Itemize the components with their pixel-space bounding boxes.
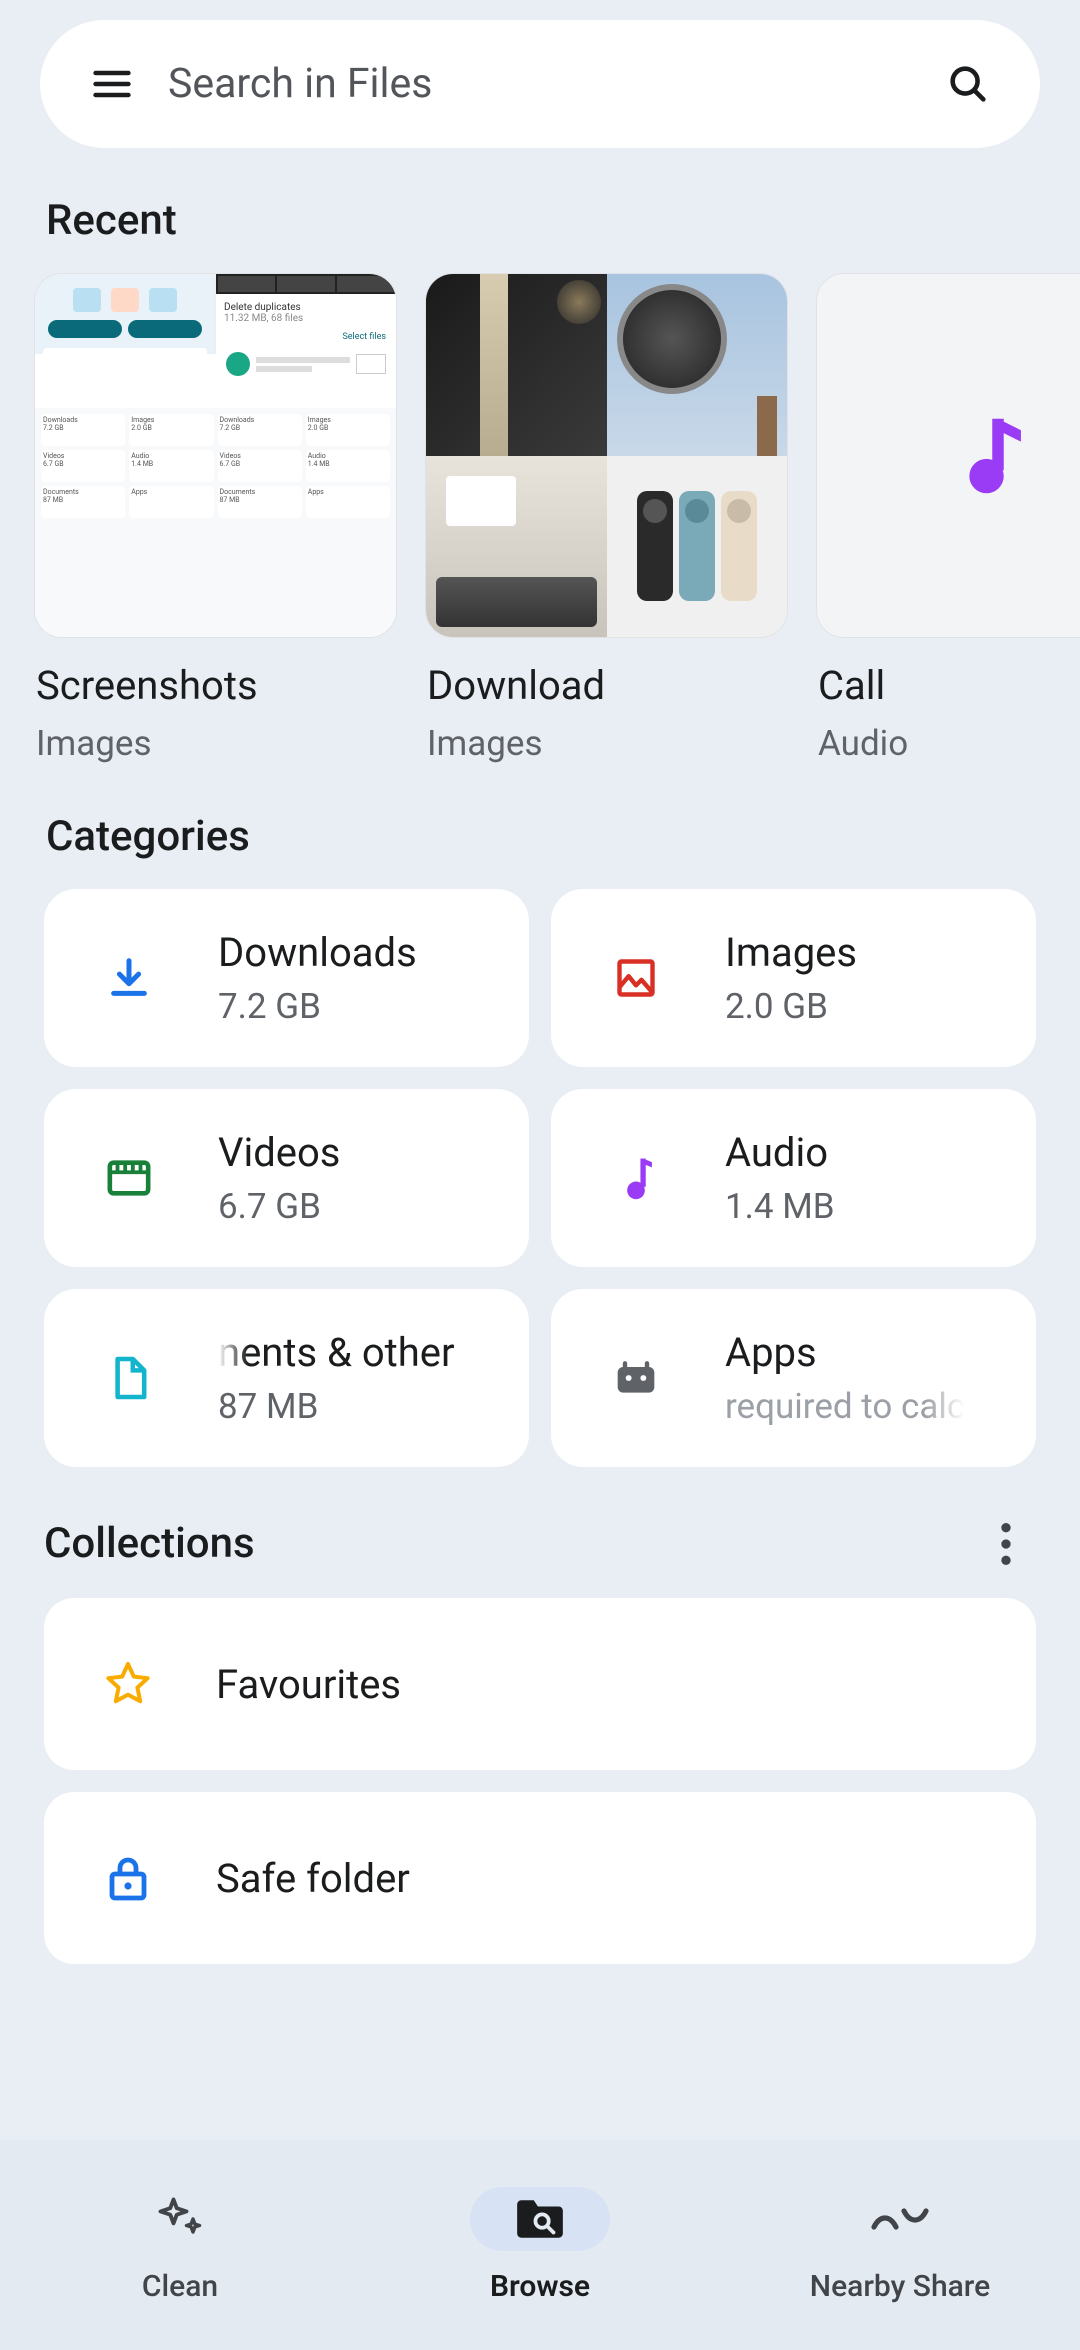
category-audio[interactable]: Audio 1.4 MB <box>551 1089 1036 1267</box>
category-label: Downloads <box>218 929 417 976</box>
nav-label: Clean <box>142 2269 218 2304</box>
category-size: 2.0 GB <box>725 986 857 1027</box>
folder-search-icon <box>470 2187 610 2251</box>
collections-heading: Collections <box>44 1519 255 1568</box>
video-icon <box>102 1151 156 1205</box>
recent-card-screenshots[interactable]: Delete duplicates11.32 MB, 68 files Sele… <box>34 273 397 764</box>
music-note-icon <box>963 413 1033 499</box>
nav-label: Browse <box>490 2269 590 2304</box>
menu-icon[interactable] <box>88 60 136 108</box>
nav-browse[interactable]: Browse <box>360 2140 720 2350</box>
sparkle-icon <box>130 2187 230 2251</box>
category-images[interactable]: Images 2.0 GB <box>551 889 1036 1067</box>
recent-sub: Images <box>34 723 397 764</box>
more-icon[interactable] <box>982 1520 1030 1568</box>
nav-label: Nearby Share <box>810 2269 990 2304</box>
collection-label: Favourites <box>216 1661 401 1708</box>
audio-icon <box>609 1151 663 1205</box>
recent-card-call[interactable]: Call Audio <box>816 273 1080 764</box>
document-icon <box>102 1351 156 1405</box>
thumbnail <box>816 273 1080 638</box>
bottom-nav: Clean Browse Nearby Share <box>0 2140 1080 2350</box>
thumbnail: Delete duplicates11.32 MB, 68 files Sele… <box>34 273 397 638</box>
category-label: Audio <box>725 1129 835 1176</box>
category-label: nents & other <box>218 1329 455 1376</box>
category-size: required to calc <box>725 1386 965 1427</box>
collection-favourites[interactable]: Favourites <box>44 1598 1036 1770</box>
category-size: 87 MB <box>218 1386 455 1427</box>
search-placeholder: Search in Files <box>168 60 944 108</box>
recent-row: Delete duplicates11.32 MB, 68 files Sele… <box>0 273 1080 764</box>
category-size: 1.4 MB <box>725 1186 835 1227</box>
recent-title: Screenshots <box>34 662 397 709</box>
nav-nearby-share[interactable]: Nearby Share <box>720 2140 1080 2350</box>
nearby-share-icon <box>850 2187 950 2251</box>
category-documents[interactable]: nents & other 87 MB <box>44 1289 529 1467</box>
apps-icon <box>609 1351 663 1405</box>
categories-heading: Categories <box>0 764 1080 889</box>
download-icon <box>102 951 156 1005</box>
category-label: Images <box>725 929 857 976</box>
thumbnail <box>425 273 788 638</box>
recent-card-download[interactable]: Download Images <box>425 273 788 764</box>
category-label: Videos <box>218 1129 340 1176</box>
recent-title: Call <box>816 662 1080 709</box>
category-size: 7.2 GB <box>218 986 417 1027</box>
recent-sub: Audio <box>816 723 1080 764</box>
categories-grid: Downloads 7.2 GB Images 2.0 GB Videos 6.… <box>0 889 1080 1467</box>
recent-title: Download <box>425 662 788 709</box>
collection-safe-folder[interactable]: Safe folder <box>44 1792 1036 1964</box>
collections-list: Favourites Safe folder <box>0 1598 1080 1964</box>
category-apps[interactable]: Apps required to calc <box>551 1289 1036 1467</box>
search-icon[interactable] <box>944 60 992 108</box>
search-bar[interactable]: Search in Files <box>40 20 1040 148</box>
recent-heading: Recent <box>0 148 1080 273</box>
image-icon <box>609 951 663 1005</box>
star-icon <box>104 1660 152 1708</box>
category-size: 6.7 GB <box>218 1186 340 1227</box>
category-label: Apps <box>725 1329 965 1376</box>
lock-icon <box>104 1854 152 1902</box>
category-downloads[interactable]: Downloads 7.2 GB <box>44 889 529 1067</box>
category-videos[interactable]: Videos 6.7 GB <box>44 1089 529 1267</box>
recent-sub: Images <box>425 723 788 764</box>
collection-label: Safe folder <box>216 1855 410 1902</box>
nav-clean[interactable]: Clean <box>0 2140 360 2350</box>
